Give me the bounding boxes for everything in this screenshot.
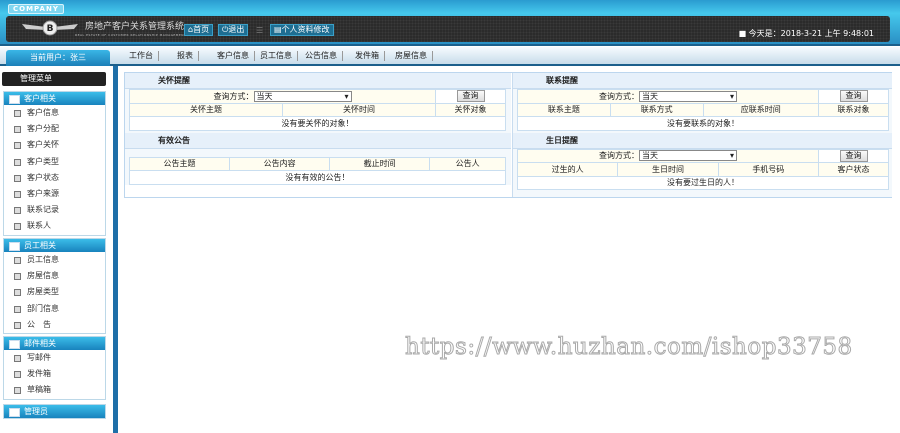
sidebar-item[interactable]: 房屋信息 [4, 268, 105, 284]
col-header: 应联系时间 [702, 102, 820, 117]
nav-bar: 当前用户：张三 工作台 报表 客户信息 员工信息 公告信息 发件箱 房屋信息 [0, 47, 900, 66]
sidebar: 管理菜单 客户相关 客户信息 客户分配 客户关怀 客户类型 客户状态 客户来源 … [0, 68, 112, 433]
contact-query-button[interactable]: 查询 [839, 90, 868, 103]
right-panel: 联系提醒 查询方式： 当天 ▾ 查询 联系主题 联系方式 应联系时间 联系对象 没有要联系的… [512, 73, 892, 197]
col-header: 联系主题 [517, 102, 611, 117]
care-query-button[interactable]: 查询 [456, 90, 485, 103]
col-header: 过生的人 [516, 162, 619, 177]
select-value: 当天 [642, 91, 658, 101]
col-header: 联系对象 [818, 102, 889, 117]
profile-label: 个人资料修改 [281, 25, 330, 34]
sidebar-item[interactable]: 公 告 [4, 317, 105, 333]
empty-message: 没有要关怀的对象！ [129, 116, 506, 131]
main-content: 关怀提醒 查询方式： 当天 ▾ 查询 关怀主题 关怀时间 关怀对象 没有要关怀的对象！ 有… [124, 72, 892, 198]
dropdown-icon: ▾ [729, 151, 734, 161]
logout-label: 退出 [228, 25, 245, 34]
menu-icon: ☰ [256, 26, 264, 35]
left-panel: 关怀提醒 查询方式： 当天 ▾ 查询 关怀主题 关怀时间 关怀对象 没有要关怀的对象！ 有… [125, 73, 511, 185]
header: COMPANY B 房地产客户关系管理系统 REAL ESTATE OF CUS… [0, 0, 900, 46]
sidebar-item[interactable]: 写邮件 [4, 350, 105, 366]
col-header: 公告人 [429, 156, 506, 171]
date-text: 今天是：2018-3-21 上午 9:48:01 [748, 29, 874, 38]
col-header: 关怀时间 [282, 102, 436, 117]
sidebar-item[interactable]: 客户分配 [4, 121, 105, 137]
watermark: https://www.huzhan.com/ishop33758 [405, 334, 853, 361]
sidebar-item[interactable]: 草稿箱 [4, 382, 105, 398]
home-button[interactable]: ⌂首页 [184, 24, 214, 36]
care-table: 查询方式： 当天 ▾ 查询 关怀主题 关怀时间 关怀对象 没有要关怀的对象！ [129, 89, 506, 131]
select-value: 当天 [256, 91, 273, 101]
birthday-select[interactable]: 当天 ▾ [639, 150, 737, 162]
sidebar-item[interactable]: 联系人 [4, 218, 105, 234]
sidebar-item[interactable]: 发件箱 [4, 366, 105, 382]
nav-report[interactable]: 报表 [172, 51, 199, 61]
care-select[interactable]: 当天 ▾ [253, 90, 352, 102]
select-value: 当天 [642, 151, 658, 161]
col-header: 生日时间 [617, 162, 719, 177]
doc-icon: ▤ [274, 25, 282, 34]
sidebar-item[interactable]: 客户状态 [4, 170, 105, 186]
nav-house[interactable]: 房屋信息 [390, 51, 433, 61]
group-header[interactable]: 员工相关 [4, 239, 105, 252]
col-header: 关怀主题 [129, 102, 283, 117]
group-employee: 员工相关 员工信息 房屋信息 房屋类型 部门信息 公 告 [3, 238, 106, 334]
birthday-query-button[interactable]: 查询 [839, 149, 868, 162]
query-label: 查询方式： [213, 91, 254, 101]
group-header[interactable]: 管理员 [4, 405, 105, 418]
sidebar-item[interactable]: 房屋类型 [4, 284, 105, 300]
logout-button[interactable]: ⏻退出 [218, 24, 249, 36]
group-header[interactable]: 客户相关 [4, 92, 105, 105]
dropdown-icon: ▾ [729, 91, 734, 101]
sidebar-item[interactable]: 客户来源 [4, 186, 105, 202]
care-title: 关怀提醒 [125, 73, 511, 89]
contact-table: 查询方式： 当天 ▾ 查询 联系主题 联系方式 应联系时间 联系对象 没有要联系的对象！ [517, 89, 889, 131]
date-display: ■ 今天是：2018-3-21 上午 9:48:01 [738, 29, 874, 38]
empty-message: 没有要联系的对象！ [517, 116, 889, 131]
contact-select[interactable]: 当天 ▾ [639, 90, 737, 102]
system-title: 房地产客户关系管理系统 [85, 22, 185, 32]
col-header: 客户状态 [818, 162, 889, 177]
col-header: 关怀对象 [435, 102, 506, 117]
sidebar-item[interactable]: 客户关怀 [4, 137, 105, 153]
company-badge: COMPANY [8, 4, 64, 14]
group-customer: 客户相关 客户信息 客户分配 客户关怀 客户类型 客户状态 客户来源 联系记录 … [3, 91, 106, 236]
profile-button[interactable]: ▤个人资料修改 [270, 24, 334, 36]
nav-outbox[interactable]: 发件箱 [350, 51, 385, 61]
menu-title: 管理菜单 [2, 72, 106, 86]
notice-title: 有效公告 [125, 132, 511, 149]
query-label: 查询方式： [599, 91, 639, 101]
col-header: 公告主题 [128, 156, 231, 171]
col-header: 手机号码 [717, 162, 820, 177]
nav-notice[interactable]: 公告信息 [300, 51, 343, 61]
group-admin: 管理员 [3, 404, 106, 419]
empty-message: 没有有效的公告！ [129, 170, 506, 185]
group-mail: 邮件相关 写邮件 发件箱 草稿箱 [3, 336, 106, 400]
contact-title: 联系提醒 [513, 73, 892, 89]
col-header: 截止时间 [329, 156, 431, 171]
nav-employee[interactable]: 员工信息 [255, 51, 298, 61]
nav-customer[interactable]: 客户信息 [212, 51, 255, 61]
sidebar-item[interactable]: 客户信息 [4, 105, 105, 121]
col-header: 公告内容 [229, 156, 331, 171]
svg-text:B: B [47, 24, 54, 34]
home-label: 首页 [193, 25, 210, 34]
col-header: 联系方式 [609, 102, 704, 117]
sidebar-item[interactable]: 部门信息 [4, 301, 105, 317]
empty-message: 没有要过生日的人！ [517, 175, 889, 190]
dropdown-icon: ▾ [344, 91, 349, 101]
logo-icon: B [22, 20, 78, 36]
nav-workbench[interactable]: 工作台 [124, 51, 159, 61]
sidebar-item[interactable]: 联系记录 [4, 202, 105, 218]
birthday-table: 查询方式： 当天 ▾ 查询 过生的人 生日时间 手机号码 客户状态 没有要过生日的人！ [516, 148, 889, 191]
notice-table: 公告主题 公告内容 截止时间 公告人 没有有效的公告！ [128, 156, 506, 185]
current-user: 当前用户：张三 [6, 50, 110, 66]
header-band: B 房地产客户关系管理系统 REAL ESTATE OF CUSTOMER RE… [6, 16, 890, 42]
birthday-title: 生日提醒 [513, 132, 892, 149]
sidebar-item[interactable]: 员工信息 [4, 252, 105, 268]
group-header[interactable]: 邮件相关 [4, 337, 105, 350]
sidebar-item[interactable]: 客户类型 [4, 154, 105, 170]
query-label: 查询方式： [599, 151, 639, 161]
sidebar-divider[interactable] [113, 66, 118, 433]
